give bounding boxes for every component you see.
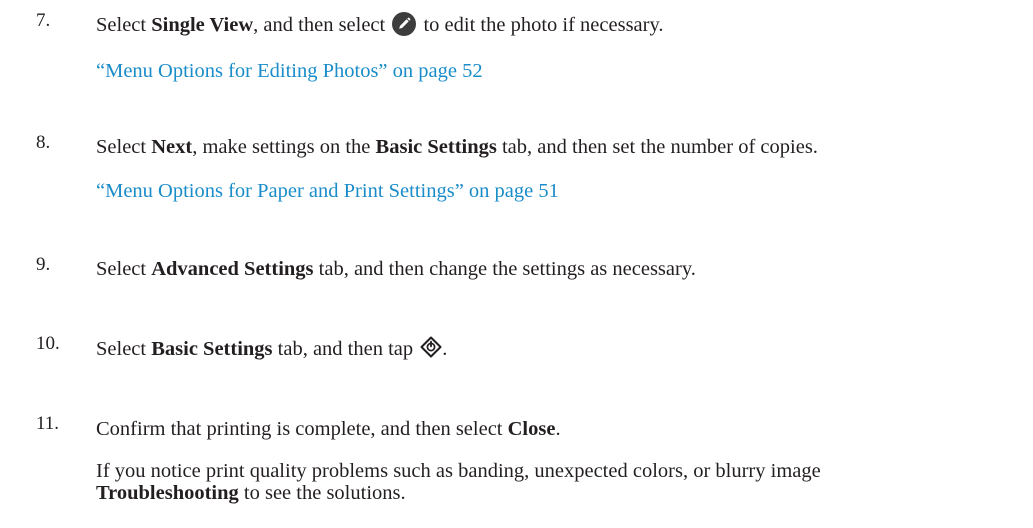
step-number: 9. [36, 254, 51, 275]
troubleshooting-note: If you notice print quality problems suc… [96, 460, 821, 504]
step-number: 11. [36, 413, 60, 434]
step-text: Select Next, make settings on the Basic … [96, 136, 818, 158]
ui-term: Basic Settings [375, 136, 497, 158]
link-paper-print-settings[interactable]: “Menu Options for Paper and Print Settin… [96, 178, 559, 204]
step-text: Select Single View, and then select to e… [96, 12, 664, 43]
step-text: Confirm that printing is complete, and t… [96, 418, 561, 440]
step-number: 7. [36, 10, 51, 31]
ui-term: Troubleshooting [96, 482, 239, 504]
step-number: 10. [36, 333, 60, 354]
link-editing-photos[interactable]: “Menu Options for Editing Photos” on pag… [96, 58, 483, 84]
ui-term: Advanced Settings [151, 258, 314, 280]
step-text: Select Advanced Settings tab, and then c… [96, 258, 696, 280]
ui-term: Close [507, 418, 556, 440]
step-text: Select Basic Settings tab, and then tap … [96, 336, 447, 365]
step-number: 8. [36, 132, 51, 153]
ui-term: Single View [151, 14, 254, 36]
edit-icon [392, 12, 417, 43]
start-diamond-icon [420, 336, 442, 365]
ui-term: Basic Settings [151, 338, 273, 360]
ui-term: Next [151, 136, 193, 158]
